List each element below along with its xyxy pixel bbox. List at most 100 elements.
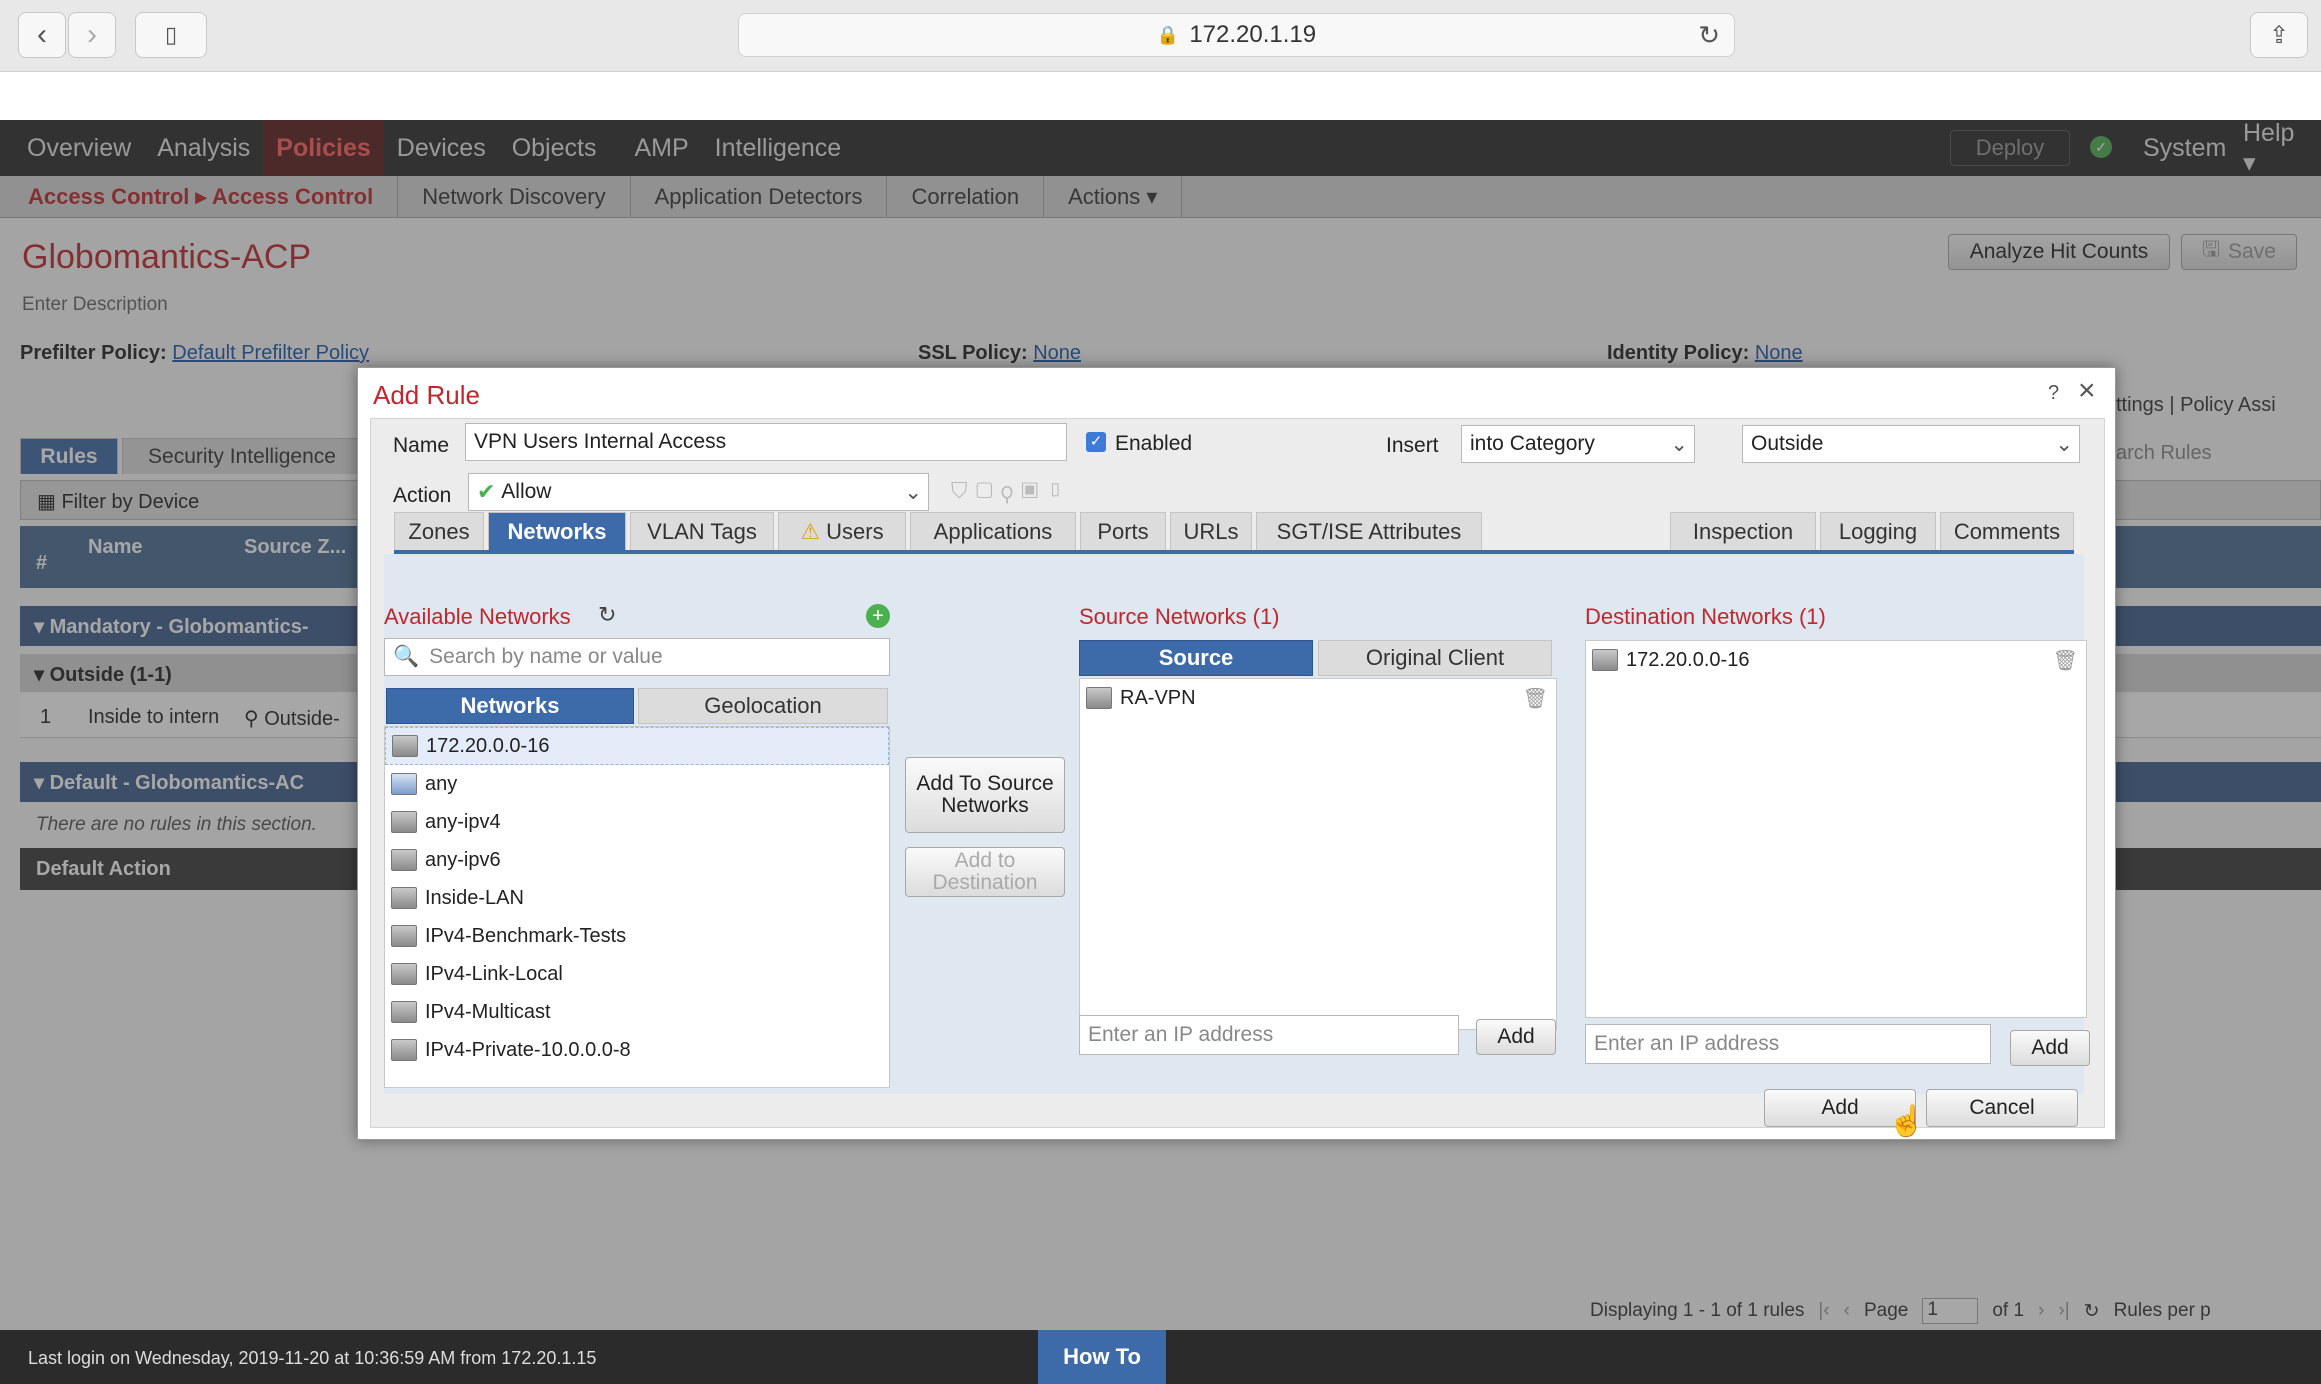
network-item[interactable]: IPv4-Multicast <box>385 993 889 1031</box>
blank-strip <box>0 72 2321 120</box>
tab-avail-networks[interactable]: Networks <box>386 688 634 724</box>
close-icon[interactable]: × <box>2078 374 2096 408</box>
network-name: any-ipv4 <box>425 810 501 833</box>
chevron-down-icon: ⌄ <box>1670 432 1688 456</box>
tab-source[interactable]: Source <box>1079 640 1313 676</box>
tab-applications[interactable]: Applications <box>910 512 1076 550</box>
network-icon <box>391 1001 417 1023</box>
category-select[interactable]: Outside ⌄ <box>1742 425 2080 463</box>
search-icon: 🔍 <box>393 645 420 668</box>
network-icon <box>1592 649 1618 671</box>
tab-zones[interactable]: Zones <box>394 512 484 550</box>
back-button[interactable]: ‹ <box>18 12 66 58</box>
network-icon <box>391 963 417 985</box>
network-item[interactable]: IPv4-Private-10.0.0.0-8 <box>385 1031 889 1069</box>
network-icon <box>391 887 417 909</box>
network-item[interactable]: IPv4-Benchmark-Tests <box>385 917 889 955</box>
enabled-checkbox[interactable]: ✓ <box>1086 432 1106 452</box>
insert-select[interactable]: into Category ⌄ <box>1461 425 1695 463</box>
network-icon <box>391 811 417 833</box>
warning-icon: ⚠ <box>800 518 821 544</box>
source-item[interactable]: RA-VPN 🗑 <box>1080 679 1556 717</box>
browser-toolbar: ‹ › ▯ 🔒 172.20.1.19 ↻ ⇪ <box>0 0 2321 72</box>
tab-users[interactable]: ⚠ Users <box>778 512 906 550</box>
tab-inspection[interactable]: Inspection <box>1670 512 1816 550</box>
network-icon <box>391 849 417 871</box>
tab-logging[interactable]: Logging <box>1820 512 1936 550</box>
insert-value: into Category <box>1470 432 1595 455</box>
trash-icon[interactable]: 🗑 <box>2053 648 2078 673</box>
source-networks-list: RA-VPN 🗑 <box>1079 678 1557 1030</box>
available-networks-list: 172.20.0.0-16 any any-ipv4 any-ipv6 Insi… <box>384 726 890 1088</box>
lock-icon: 🔒 <box>1156 24 1180 45</box>
source-add-button[interactable]: Add <box>1476 1019 1556 1055</box>
chevron-down-icon: ⌄ <box>904 480 922 504</box>
network-item[interactable]: any-ipv4 <box>385 803 889 841</box>
tab-original-client[interactable]: Original Client <box>1318 640 1552 676</box>
forward-button[interactable]: › <box>68 12 116 58</box>
network-item[interactable]: any <box>385 765 889 803</box>
source-ip-input[interactable]: Enter an IP address <box>1079 1015 1459 1055</box>
available-networks-label: Available Networks <box>384 604 571 629</box>
tab-urls[interactable]: URLs <box>1170 512 1252 550</box>
tab-sgt-ise[interactable]: SGT/ISE Attributes <box>1256 512 1482 550</box>
add-to-destination-button[interactable]: Add to Destination <box>905 847 1065 897</box>
search-placeholder: Search by name or value <box>429 645 663 668</box>
share-icon[interactable]: ⇪ <box>2250 12 2308 58</box>
help-icon[interactable]: ? <box>2048 382 2059 405</box>
source-item-name: RA-VPN <box>1120 686 1196 709</box>
insert-label: Insert <box>1386 434 1439 457</box>
network-item[interactable]: IPv4-Link-Local <box>385 955 889 993</box>
action-label: Action <box>393 484 452 507</box>
network-group-icon <box>391 773 417 795</box>
name-label: Name <box>393 434 450 457</box>
tab-networks[interactable]: Networks <box>488 512 626 550</box>
network-item[interactable]: any-ipv6 <box>385 841 889 879</box>
network-icon <box>1086 687 1112 709</box>
network-name: any <box>425 772 458 795</box>
trash-icon[interactable]: 🗑 <box>1523 686 1548 711</box>
add-to-source-button[interactable]: Add To Source Networks <box>905 757 1065 833</box>
network-name: any-ipv6 <box>425 848 501 871</box>
action-option-icons[interactable]: ⛉▢⚲▣▯ <box>951 478 1072 504</box>
search-networks-input[interactable]: 🔍 Search by name or value <box>384 638 890 676</box>
how-to-button[interactable]: How To <box>1038 1330 1166 1384</box>
mouse-cursor-icon: ☝ <box>1888 1105 1926 1138</box>
network-icon <box>391 1039 417 1061</box>
destination-item[interactable]: 172.20.0.0-16 🗑 <box>1586 641 2086 679</box>
destination-ip-input[interactable]: Enter an IP address <box>1585 1024 1991 1064</box>
destination-item-name: 172.20.0.0-16 <box>1626 648 1750 671</box>
footer-bar: Last login on Wednesday, 2019-11-20 at 1… <box>0 1330 2321 1384</box>
refresh-icon[interactable]: ↻ <box>598 602 616 628</box>
tab-vlan-tags[interactable]: VLAN Tags <box>630 512 774 550</box>
reload-icon[interactable]: ↻ <box>1698 20 1720 51</box>
destination-networks-list: 172.20.0.0-16 🗑 <box>1585 640 2087 1018</box>
network-item[interactable]: 172.20.0.0-16 <box>385 727 889 765</box>
add-network-icon[interactable]: + <box>866 604 890 628</box>
chevron-down-icon: ⌄ <box>2055 432 2073 456</box>
network-name: IPv4-Link-Local <box>425 962 563 985</box>
name-input[interactable]: VPN Users Internal Access <box>465 423 1067 461</box>
sidebar-toggle-icon[interactable]: ▯ <box>135 12 207 58</box>
last-login-text: Last login on Wednesday, 2019-11-20 at 1… <box>28 1348 597 1368</box>
network-item[interactable]: Inside-LAN <box>385 879 889 917</box>
tab-comments[interactable]: Comments <box>1940 512 2074 550</box>
tab-users-label: Users <box>826 518 884 544</box>
network-name: Inside-LAN <box>425 886 524 909</box>
url-text: 172.20.1.19 <box>1189 21 1317 48</box>
cancel-button[interactable]: Cancel <box>1926 1089 2078 1127</box>
action-select[interactable]: ✔ Allow ⌄ <box>468 473 929 511</box>
check-icon: ✔ <box>477 479 496 504</box>
destination-networks-label: Destination Networks (1) <box>1585 604 1826 629</box>
add-rule-dialog: Add Rule ? × Name VPN Users Internal Acc… <box>357 367 2116 1140</box>
tab-ports[interactable]: Ports <box>1080 512 1166 550</box>
address-bar[interactable]: 🔒 172.20.1.19 ↻ <box>738 13 1735 57</box>
action-value: Allow <box>501 480 552 503</box>
category-value: Outside <box>1751 432 1824 455</box>
network-name: 172.20.0.0-16 <box>426 734 550 757</box>
network-name: IPv4-Private-10.0.0.0-8 <box>425 1038 631 1061</box>
network-icon <box>392 735 418 757</box>
destination-add-button[interactable]: Add <box>2010 1030 2090 1066</box>
tab-avail-geolocation[interactable]: Geolocation <box>638 688 888 724</box>
source-networks-label: Source Networks (1) <box>1079 604 1280 629</box>
